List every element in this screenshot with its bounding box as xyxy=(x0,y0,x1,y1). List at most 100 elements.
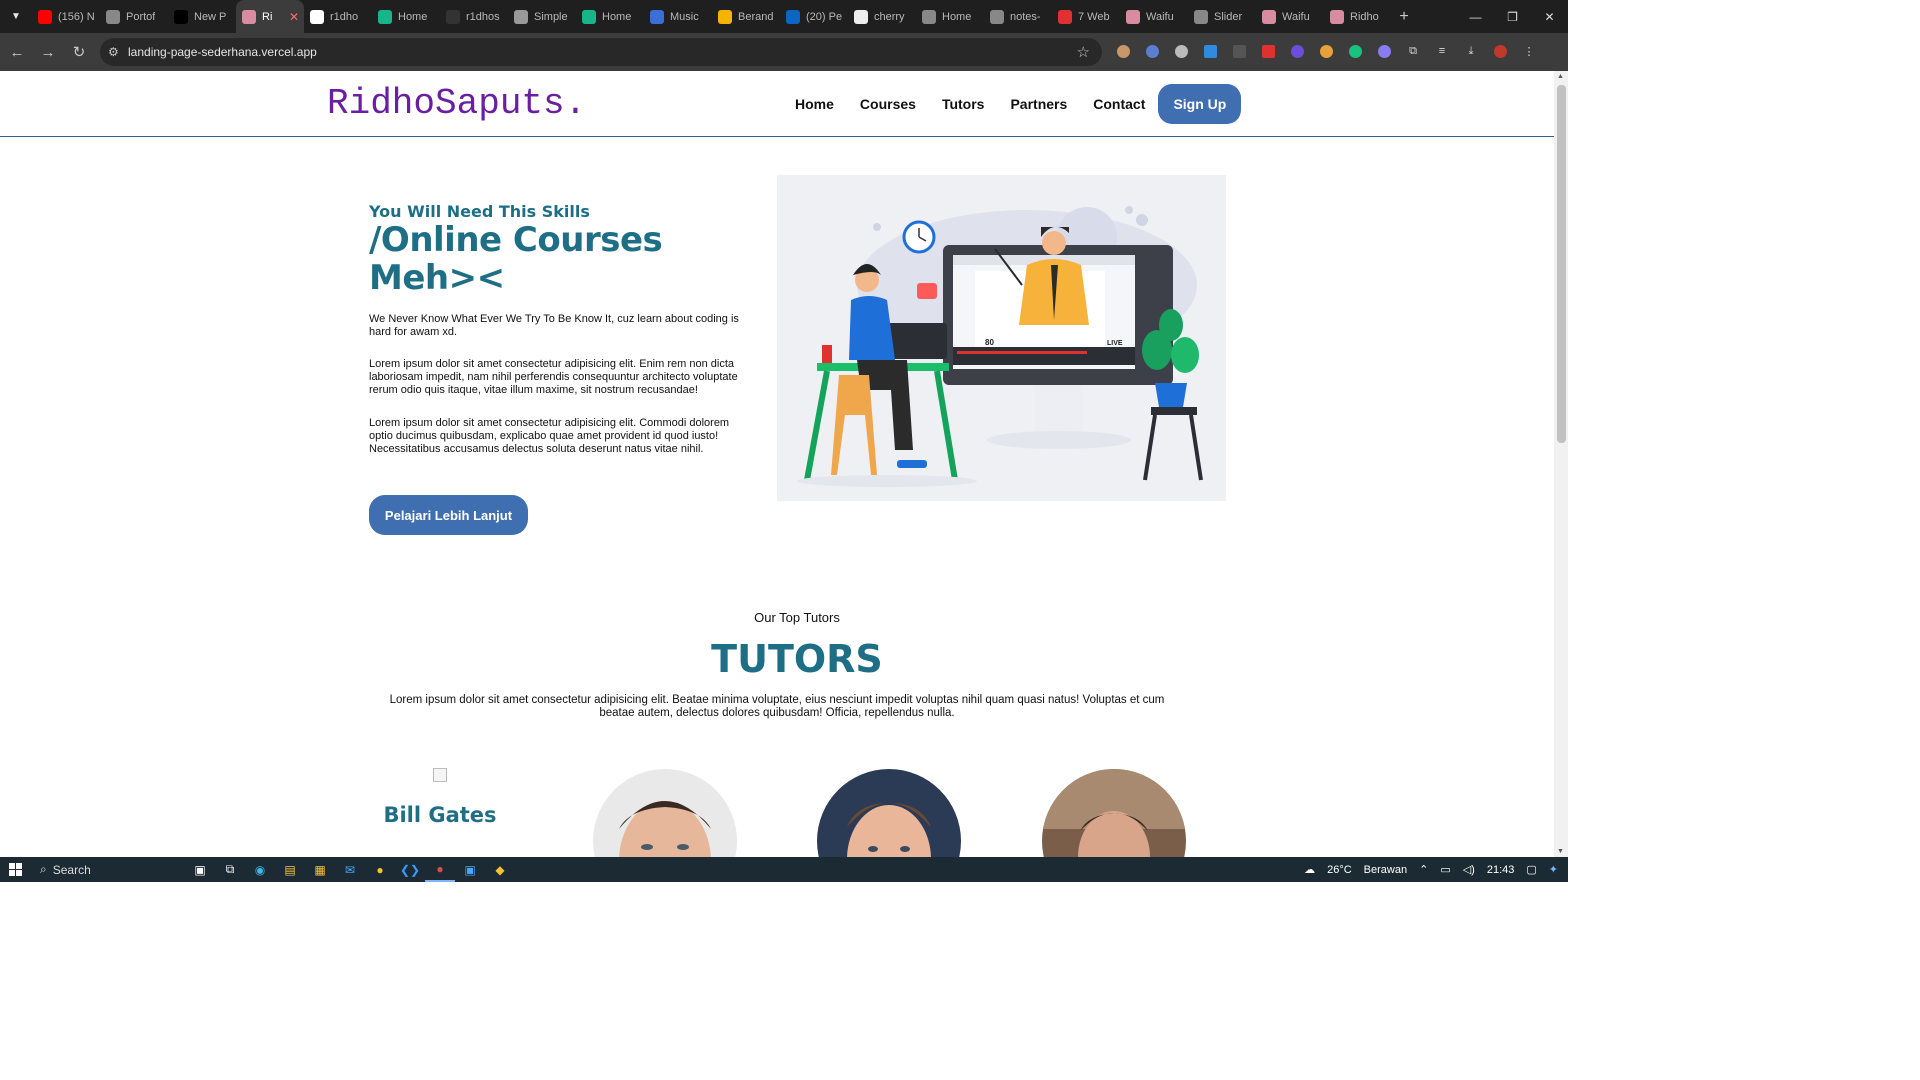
tab-favicon-icon xyxy=(718,9,732,24)
tab-favicon-icon xyxy=(242,9,256,24)
tab-title: Home xyxy=(602,10,632,23)
live-label: LIVE xyxy=(1107,340,1123,347)
nav-partners[interactable]: Partners xyxy=(1010,96,1067,112)
site-logo[interactable]: RidhoSaputs. xyxy=(327,83,586,124)
search-highlight-icon[interactable]: ▣ xyxy=(185,857,215,882)
browser-tab[interactable]: Home xyxy=(916,0,984,33)
browser-tab[interactable]: Ri ✕ xyxy=(236,0,304,33)
tab-search-chevron-icon[interactable]: ▼ xyxy=(0,0,32,33)
tray-chevron-icon[interactable]: ⌃ xyxy=(1419,863,1428,876)
sign-up-button[interactable]: Sign Up xyxy=(1158,84,1242,124)
browser-tab[interactable]: Home xyxy=(372,0,440,33)
browser-tab[interactable]: 7 Web xyxy=(1052,0,1120,33)
hero-paragraph: Lorem ipsum dolor sit amet consectetur a… xyxy=(369,358,738,396)
tutor-card[interactable] xyxy=(1042,769,1186,857)
tutor-card[interactable] xyxy=(593,769,737,857)
forward-icon[interactable]: → xyxy=(34,38,62,66)
tab-title: 7 Web xyxy=(1078,10,1110,23)
tutor-card[interactable] xyxy=(817,769,961,857)
taskbar-search[interactable]: ⌕ Search xyxy=(30,857,185,882)
edge-icon[interactable]: ◉ xyxy=(245,857,275,882)
extension-icon[interactable] xyxy=(1257,39,1279,63)
scroll-up-icon[interactable]: ▲ xyxy=(1557,73,1564,80)
task-view-icon[interactable]: ⧉ xyxy=(215,857,245,882)
extensions-puzzle-icon[interactable]: ⧉ xyxy=(1402,39,1424,63)
extension-icon[interactable] xyxy=(1315,39,1337,63)
browser-tab[interactable]: Berand xyxy=(712,0,780,33)
chrome-active-icon[interactable]: ● xyxy=(425,857,455,882)
url-text[interactable]: landing-page-sederhana.vercel.app xyxy=(128,45,317,59)
browser-tab[interactable]: Slider xyxy=(1188,0,1256,33)
tab-title: (20) Pe xyxy=(806,10,842,23)
bookmark-star-icon[interactable]: ☆ xyxy=(1077,43,1090,61)
nav-contact[interactable]: Contact xyxy=(1093,96,1145,112)
extension-icon[interactable] xyxy=(1373,39,1395,63)
windows-start-icon[interactable] xyxy=(0,857,30,882)
browser-tab[interactable]: New P xyxy=(168,0,236,33)
nav-tutors[interactable]: Tutors xyxy=(942,96,985,112)
network-icon[interactable]: ▭ xyxy=(1440,863,1450,876)
browser-tab[interactable]: Home xyxy=(576,0,644,33)
extension-icon[interactable] xyxy=(1199,39,1221,63)
browser-tab[interactable]: r1dhos xyxy=(440,0,508,33)
browser-tab[interactable]: Simple xyxy=(508,0,576,33)
nav-courses[interactable]: Courses xyxy=(860,96,916,112)
browser-tab[interactable]: (20) Pe xyxy=(780,0,848,33)
broken-image-icon xyxy=(433,768,447,782)
store-icon[interactable]: ▦ xyxy=(305,857,335,882)
learn-more-button[interactable]: Pelajari Lebih Lanjut xyxy=(369,495,528,535)
tab-title: Simple xyxy=(534,10,568,23)
mail-icon[interactable]: ✉ xyxy=(335,857,365,882)
browser-tab[interactable]: Ridho xyxy=(1324,0,1392,33)
minimize-icon[interactable]: — xyxy=(1457,0,1494,33)
profile-avatar-icon[interactable] xyxy=(1489,39,1511,63)
browser-tab[interactable]: (156) N xyxy=(32,0,100,33)
clock[interactable]: 21:43 xyxy=(1487,864,1515,876)
weather-temp[interactable]: 26°C xyxy=(1327,864,1352,876)
extension-icon[interactable] xyxy=(1228,39,1250,63)
extension-icon[interactable] xyxy=(1112,39,1134,63)
browser-menu-icon[interactable]: ⋮ xyxy=(1518,39,1540,63)
tab-title: Ri xyxy=(262,10,273,23)
page-scrollbar[interactable]: ▲ ▼ xyxy=(1554,71,1568,857)
extension-icon[interactable] xyxy=(1170,39,1192,63)
notification-icon[interactable]: ▢ xyxy=(1526,863,1536,876)
hero-kicker: You Will Need This Skills xyxy=(369,202,590,221)
extension-icon[interactable] xyxy=(1141,39,1163,63)
browser-tab[interactable]: notes- xyxy=(984,0,1052,33)
scrollbar-thumb[interactable] xyxy=(1557,85,1566,443)
chrome-icon[interactable]: ● xyxy=(365,857,395,882)
browser-tab[interactable]: Waifu xyxy=(1256,0,1324,33)
tab-list: (156) N Portof New P Ri ✕ r1dho Home r1dhos Simp… xyxy=(32,0,1392,33)
close-tab-icon[interactable]: ✕ xyxy=(289,10,299,24)
file-explorer-icon[interactable]: ▤ xyxy=(275,857,305,882)
restore-icon[interactable]: ❐ xyxy=(1494,0,1531,33)
browser-tab[interactable]: Music xyxy=(644,0,712,33)
extension-icon[interactable] xyxy=(1344,39,1366,63)
app-icon[interactable]: ▣ xyxy=(455,857,485,882)
browser-tab[interactable]: cherry xyxy=(848,0,916,33)
back-icon[interactable]: ← xyxy=(3,38,31,66)
browser-tab[interactable]: Waifu xyxy=(1120,0,1188,33)
close-window-icon[interactable]: ✕ xyxy=(1531,0,1568,33)
new-tab-button[interactable]: + xyxy=(1392,8,1416,26)
reload-icon[interactable]: ↻ xyxy=(65,38,93,66)
tab-title: notes- xyxy=(1010,10,1041,23)
browser-tab[interactable]: r1dho xyxy=(304,0,372,33)
volume-icon[interactable]: ◁) xyxy=(1463,863,1475,876)
download-icon[interactable]: ⤓ xyxy=(1460,39,1482,63)
reading-list-icon[interactable]: ≡ xyxy=(1431,39,1453,63)
browser-tab[interactable]: Portof xyxy=(100,0,168,33)
tab-title: Slider xyxy=(1214,10,1243,23)
copilot-icon[interactable]: ✦ xyxy=(1549,863,1558,876)
vscode-icon[interactable]: ❮❯ xyxy=(395,857,425,882)
address-bar[interactable]: ⚙ landing-page-sederhana.vercel.app ☆ xyxy=(100,38,1102,66)
tab-favicon-icon xyxy=(650,9,664,24)
weather-icon[interactable]: ☁ xyxy=(1304,863,1315,876)
site-info-icon[interactable]: ⚙ xyxy=(108,45,126,59)
nav-home[interactable]: Home xyxy=(795,96,834,112)
weather-text[interactable]: Berawan xyxy=(1364,864,1407,876)
extension-icon[interactable] xyxy=(1286,39,1308,63)
app-icon[interactable]: ◆ xyxy=(485,857,515,882)
scroll-down-icon[interactable]: ▼ xyxy=(1557,848,1564,855)
